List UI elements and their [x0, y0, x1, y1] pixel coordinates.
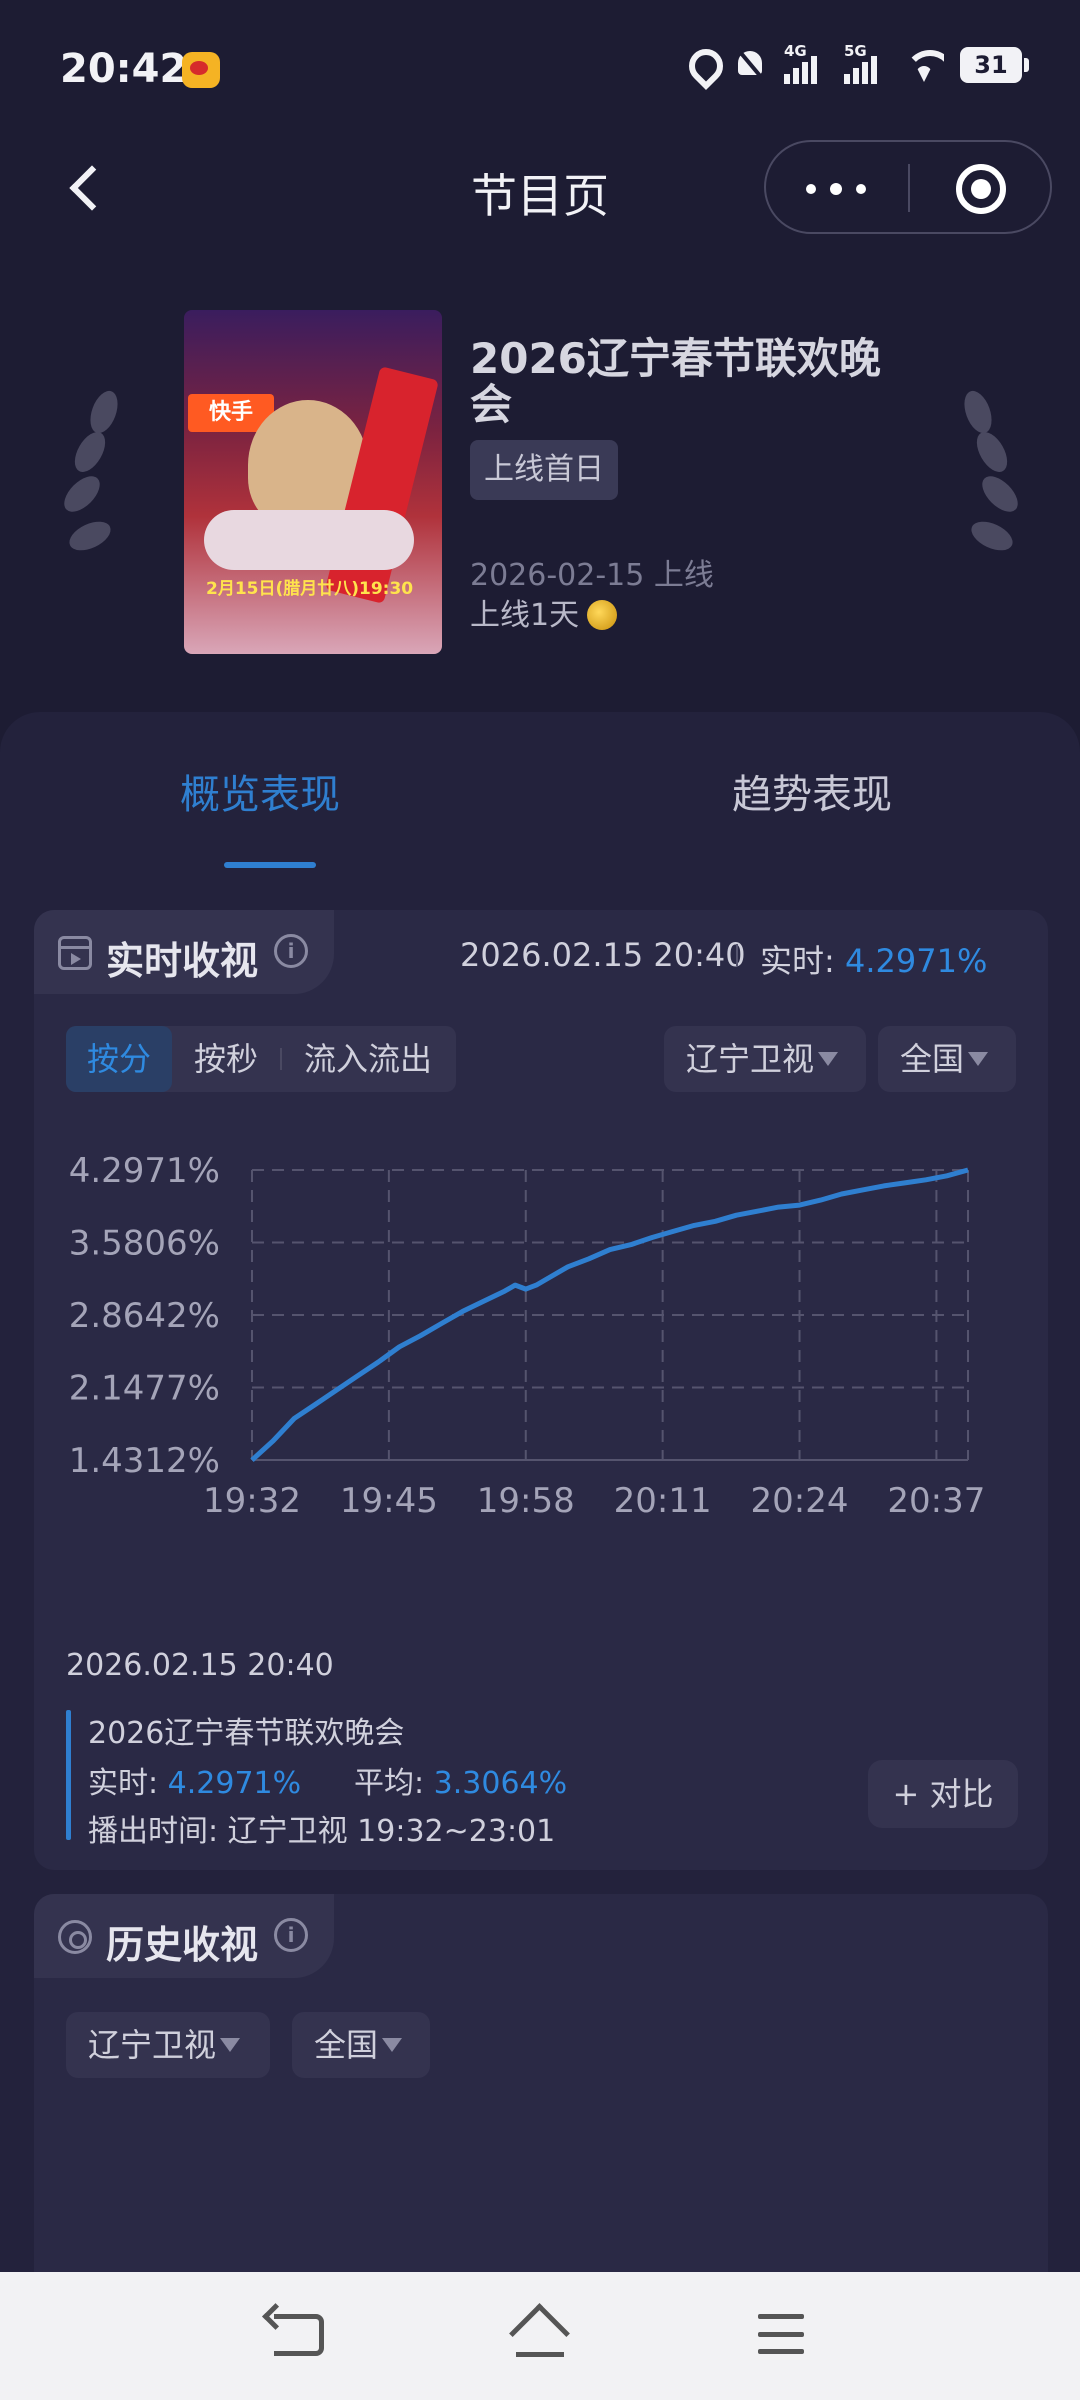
segment-inflow-outflow[interactable]: 流入流出 [286, 1026, 450, 1092]
more-icon[interactable] [806, 183, 866, 195]
online-days: 上线1天 [470, 590, 618, 634]
x-tick-label: 20:24 [751, 1481, 849, 1521]
x-tick-label: 19:32 [203, 1481, 301, 1521]
compare-button[interactable]: + 对比 [868, 1760, 1018, 1828]
realtime-title: 实时收视 [106, 939, 259, 983]
series-average-value: 3.3064% [433, 1766, 568, 1801]
status-icons: 4G 5G 31 [684, 42, 1029, 84]
history-header: 历史收视 i [34, 1894, 334, 1978]
y-tick-label: 2.8642% [69, 1296, 220, 1336]
nav-menu-icon[interactable] [758, 2314, 804, 2354]
region-dropdown[interactable]: 全国 [878, 1026, 1016, 1092]
segment-by-minute[interactable]: 按分 [66, 1026, 172, 1092]
y-tick-label: 2.1477% [69, 1369, 220, 1409]
realtime-timestamp: 2026.02.15 20:40 [460, 936, 746, 974]
realtime-rating-value: 4.2971% [844, 942, 988, 980]
signal-5g-icon: 5G [844, 42, 888, 84]
location-icon [684, 47, 718, 83]
x-tick-label: 19:45 [340, 1481, 438, 1521]
channel-dropdown[interactable]: 辽宁卫视 [664, 1026, 866, 1092]
realtime-header: 实时收视 i [34, 910, 334, 994]
tab-trend[interactable]: 趋势表现 [732, 762, 892, 820]
tab-indicator [224, 862, 316, 868]
y-tick-label: 3.5806% [69, 1224, 220, 1264]
caret-down-icon [818, 1052, 839, 1066]
caret-down-icon [382, 2038, 403, 2052]
system-navigation-bar [0, 2272, 1080, 2400]
x-tick-label: 20:11 [614, 1481, 712, 1521]
header-divider [736, 944, 738, 966]
history-region-label: 全国 [314, 2026, 379, 2064]
status-bar: 20:42 4G 5G 31 [0, 0, 1080, 140]
granularity-segmented-control: 按分 按秒 流入流出 [66, 1026, 456, 1092]
release-date: 2026-02-15 上线 [470, 558, 714, 593]
film-icon [58, 936, 92, 970]
series-realtime: 实时: 4.2971% [88, 1758, 301, 1802]
battery-icon: 31 [960, 47, 1029, 83]
history-region-dropdown[interactable]: 全国 [292, 2012, 430, 2078]
history-title: 历史收视 [106, 1923, 259, 1967]
series-realtime-label: 实时: [88, 1766, 168, 1801]
film-reel-icon [58, 1920, 92, 1954]
nav-home-icon[interactable] [510, 2308, 570, 2360]
segment-divider [280, 1048, 282, 1070]
history-card: 历史收视 i 辽宁卫视 全国 [34, 1894, 1048, 2314]
series-airtime: 播出时间: 辽宁卫视 19:32~23:01 [88, 1814, 556, 1849]
y-tick-label: 4.2971% [69, 1151, 220, 1191]
program-title: 2026辽宁春节联欢晚会 [470, 334, 881, 429]
nav-back-icon[interactable] [274, 2314, 324, 2356]
laurel-left-icon [57, 380, 142, 580]
region-dropdown-label: 全国 [900, 1040, 965, 1078]
realtime-rating-label: 实时: [760, 942, 845, 980]
poster-date: 2月15日(腊月廿八)19:30 [206, 579, 414, 599]
y-tick-label: 1.4312% [69, 1441, 220, 1481]
history-channel-label: 辽宁卫视 [88, 2026, 217, 2064]
x-tick-label: 19:58 [477, 1481, 575, 1521]
tab-overview[interactable]: 概览表现 [180, 762, 340, 820]
signal-4g-icon: 4G [784, 42, 828, 84]
wifi-icon [904, 48, 944, 82]
series-color-bar [66, 1710, 71, 1840]
series-realtime-value: 4.2971% [167, 1766, 302, 1801]
weibo-notification-icon [182, 52, 220, 88]
network-label-4g: 4G [784, 42, 807, 60]
network-label-5g: 5G [844, 42, 867, 60]
caret-down-icon [968, 1052, 989, 1066]
segment-by-second[interactable]: 按秒 [176, 1026, 276, 1092]
tooltip-date: 2026.02.15 20:40 [66, 1648, 334, 1683]
laurel-right-icon [940, 380, 1025, 580]
info-icon[interactable]: i [274, 1918, 308, 1952]
coin-icon [587, 600, 618, 630]
status-time: 20:42 [60, 46, 188, 92]
program-poster[interactable]: 快手 2月15日(腊月廿八)19:30 [184, 310, 442, 654]
online-days-text: 上线1天 [470, 598, 580, 633]
caret-down-icon [220, 2038, 241, 2052]
close-mini-program-icon[interactable] [956, 164, 1006, 214]
info-icon[interactable]: i [274, 934, 308, 968]
mini-program-capsule [764, 140, 1052, 234]
series-average-label: 平均: [354, 1766, 434, 1801]
poster-cloud [204, 510, 414, 570]
x-tick-label: 20:37 [887, 1481, 985, 1521]
history-channel-dropdown[interactable]: 辽宁卫视 [66, 2012, 270, 2078]
realtime-rating: 实时: 4.2971% [760, 936, 987, 982]
series-average: 平均: 3.3064% [354, 1758, 567, 1802]
realtime-line-chart: 4.2971% 3.5806% 2.8642% 2.1477% 1.4312%19:32… [69, 1151, 986, 1521]
channel-dropdown-label: 辽宁卫视 [686, 1040, 815, 1078]
mute-icon [734, 47, 768, 83]
capsule-divider [908, 164, 910, 212]
status-badge: 上线首日 [470, 440, 618, 500]
series-name: 2026辽宁春节联欢晚会 [88, 1716, 405, 1751]
realtime-card: 实时收视 i 2026.02.15 20:40 实时: 4.2971% 按分 按… [34, 910, 1048, 1870]
